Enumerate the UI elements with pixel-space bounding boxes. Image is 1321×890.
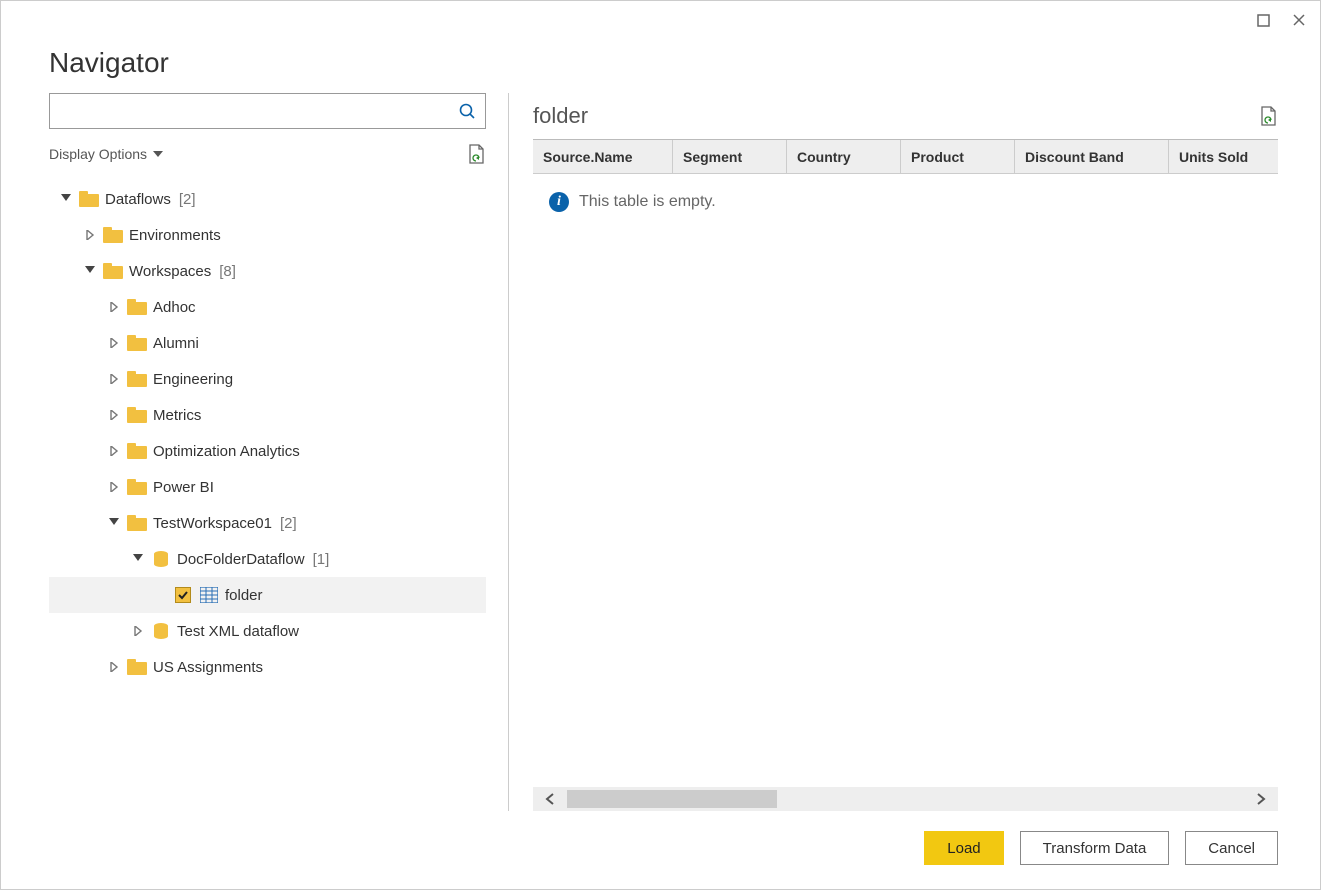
folder-icon — [79, 190, 99, 208]
tree-label: Dataflows — [105, 191, 171, 208]
collapse-icon[interactable] — [59, 194, 73, 204]
empty-text: This table is empty. — [579, 193, 716, 211]
expand-icon[interactable] — [107, 446, 121, 456]
folder-icon — [127, 298, 147, 316]
scroll-track[interactable] — [567, 790, 1244, 808]
column-header[interactable]: Source.Name — [533, 140, 673, 173]
search-icon[interactable] — [449, 102, 485, 120]
folder-icon — [127, 442, 147, 460]
dataflow-icon — [151, 622, 171, 640]
dialog-header: Navigator — [1, 39, 1320, 93]
tree-label: Workspaces — [129, 263, 211, 280]
refresh-page-icon[interactable] — [466, 145, 486, 163]
scroll-left-icon[interactable] — [533, 792, 567, 806]
tree-node-power-bi[interactable]: Power BI — [49, 469, 486, 505]
transform-data-button[interactable]: Transform Data — [1020, 831, 1170, 865]
tree-label: Engineering — [153, 371, 233, 388]
tree-label: Test XML dataflow — [177, 623, 299, 640]
expand-icon[interactable] — [131, 626, 145, 636]
refresh-preview-icon[interactable] — [1258, 107, 1278, 125]
tree-label: folder — [225, 587, 263, 604]
cancel-button[interactable]: Cancel — [1185, 831, 1278, 865]
tree-label: Alumni — [153, 335, 199, 352]
tree-node-docfolderdataflow[interactable]: DocFolderDataflow [1] — [49, 541, 486, 577]
preview-title: folder — [533, 103, 588, 129]
tree-node-optimization-analytics[interactable]: Optimization Analytics — [49, 433, 486, 469]
tree-count: [8] — [219, 263, 236, 280]
folder-icon — [127, 658, 147, 676]
tree-label: Metrics — [153, 407, 201, 424]
folder-icon — [127, 514, 147, 532]
folder-icon — [127, 370, 147, 388]
expand-icon[interactable] — [107, 662, 121, 672]
expand-icon[interactable] — [107, 410, 121, 420]
display-options-label: Display Options — [49, 146, 147, 162]
tree-label: Adhoc — [153, 299, 196, 316]
scroll-thumb[interactable] — [567, 790, 777, 808]
collapse-icon[interactable] — [131, 554, 145, 564]
maximize-icon[interactable] — [1254, 11, 1272, 29]
checkbox-checked-icon[interactable] — [175, 587, 191, 603]
info-icon: i — [549, 192, 569, 212]
navigator-dialog: Navigator Display Options — [0, 0, 1321, 890]
tree-node-testworkspace01[interactable]: TestWorkspace01 [2] — [49, 505, 486, 541]
load-button[interactable]: Load — [924, 831, 1003, 865]
scroll-right-icon[interactable] — [1244, 792, 1278, 806]
tree-label: US Assignments — [153, 659, 263, 676]
table-icon — [199, 586, 219, 604]
column-header[interactable]: Product — [901, 140, 1015, 173]
tree-node-dataflows[interactable]: Dataflows [2] — [49, 181, 486, 217]
tree-label: DocFolderDataflow — [177, 551, 305, 568]
left-pane: Display Options Dataflows [2] — [49, 93, 509, 811]
expand-icon[interactable] — [83, 230, 97, 240]
tree-label: Optimization Analytics — [153, 443, 300, 460]
column-header[interactable]: Discount Band — [1015, 140, 1169, 173]
folder-icon — [127, 478, 147, 496]
preview-body: Source.Name Segment Country Product Disc… — [533, 139, 1278, 811]
tree-node-workspaces[interactable]: Workspaces [8] — [49, 253, 486, 289]
navigation-tree: Dataflows [2] Environments Workspaces [8… — [49, 181, 486, 811]
folder-icon — [103, 226, 123, 244]
tree-node-environments[interactable]: Environments — [49, 217, 486, 253]
folder-icon — [127, 406, 147, 424]
tree-node-adhoc[interactable]: Adhoc — [49, 289, 486, 325]
collapse-icon[interactable] — [107, 518, 121, 528]
empty-table-message: i This table is empty. — [533, 174, 1278, 230]
folder-icon — [127, 334, 147, 352]
chevron-down-icon — [153, 149, 163, 159]
tree-count: [2] — [280, 515, 297, 532]
close-icon[interactable] — [1290, 11, 1308, 29]
dialog-title: Navigator — [49, 47, 1272, 79]
expand-icon[interactable] — [107, 302, 121, 312]
tree-label: Environments — [129, 227, 221, 244]
tree-count: [1] — [313, 551, 330, 568]
dialog-footer: Load Transform Data Cancel — [1, 811, 1320, 889]
expand-icon[interactable] — [107, 338, 121, 348]
tree-node-metrics[interactable]: Metrics — [49, 397, 486, 433]
display-options-dropdown[interactable]: Display Options — [49, 146, 163, 162]
tree-node-us-assignments[interactable]: US Assignments — [49, 649, 486, 685]
collapse-icon[interactable] — [83, 266, 97, 276]
column-header[interactable]: Units Sold — [1169, 140, 1269, 173]
tree-label: TestWorkspace01 — [153, 515, 272, 532]
folder-icon — [103, 262, 123, 280]
expand-icon[interactable] — [107, 374, 121, 384]
horizontal-scrollbar[interactable] — [533, 787, 1278, 811]
search-input[interactable] — [50, 94, 449, 128]
column-header[interactable]: Segment — [673, 140, 787, 173]
expand-icon[interactable] — [107, 482, 121, 492]
column-header[interactable]: Country — [787, 140, 901, 173]
tree-node-folder[interactable]: folder — [49, 577, 486, 613]
tree-node-alumni[interactable]: Alumni — [49, 325, 486, 361]
tree-node-test-xml-dataflow[interactable]: Test XML dataflow — [49, 613, 486, 649]
dataflow-icon — [151, 550, 171, 568]
search-box[interactable] — [49, 93, 486, 129]
titlebar — [1, 1, 1320, 39]
tree-count: [2] — [179, 191, 196, 208]
tree-label: Power BI — [153, 479, 214, 496]
column-headers: Source.Name Segment Country Product Disc… — [533, 140, 1278, 174]
preview-pane: folder Source.Name Segment Country Produ… — [509, 93, 1278, 811]
tree-node-engineering[interactable]: Engineering — [49, 361, 486, 397]
